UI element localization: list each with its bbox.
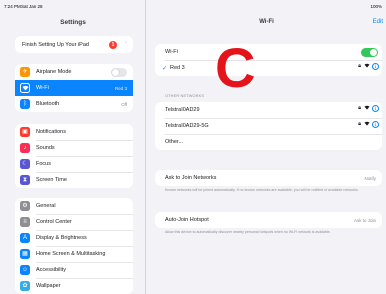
network-row[interactable]: TelstraI0AD29-5G 🔒︎ i (155, 118, 382, 134)
lock-icon: 🔒︎ (358, 63, 361, 69)
sidebar-item-display-brightness[interactable]: A Display & Brightness (15, 230, 133, 246)
sidebar-item-bluetooth[interactable]: ᛒ Bluetooth Off (15, 96, 133, 112)
notifications-icon: ▣ (20, 127, 30, 137)
connectivity-group: ✈ Airplane Mode Wi-Fi Red 3 ᛒ Bluetooth … (15, 64, 133, 112)
other-network-label: Other... (165, 139, 184, 145)
chevron-right-icon: › (125, 40, 127, 46)
accessibility-icon: ☺ (20, 265, 30, 275)
sidebar-item-notifications[interactable]: ▣ Notifications (15, 124, 133, 140)
focus-icon: ☾ (20, 159, 30, 169)
network-name: TelstraI0AD29 (165, 107, 200, 113)
sidebar-item-wifi[interactable]: Wi-Fi Red 3 (15, 80, 133, 96)
wifi-signal-icon (364, 63, 370, 70)
auto-join-hotspot-label: Auto-Join Hotspot (165, 217, 209, 223)
status-battery: 100% (370, 4, 382, 9)
sidebar-item-label: Screen Time (36, 177, 67, 183)
airplane-icon: ✈ (20, 67, 30, 77)
wifi-detail-pane: 100% Wi-Fi Edit Wi-Fi ✓ Red 3 🔒︎ i OTHER… (147, 0, 386, 294)
finish-setup-label: Finish Setting Up Your iPad (22, 41, 89, 48)
sidebar-item-screen-time[interactable]: ⧗ Screen Time (15, 172, 133, 188)
connected-network-name: Red 3 (170, 65, 185, 71)
sidebar-item-label: Display & Brightness (36, 235, 87, 241)
notification-badge: 1 (109, 40, 117, 49)
ask-to-join-value: Notify (364, 175, 376, 181)
info-icon[interactable]: i (372, 121, 379, 128)
edit-button[interactable]: Edit (373, 19, 383, 25)
wifi-network-value: Red 3 (114, 85, 127, 91)
status-time: 7:24 PM (4, 4, 21, 9)
wifi-toggle[interactable] (361, 47, 378, 57)
sidebar-item-label: Accessibility (36, 267, 66, 273)
status-date: Sat Jan 28 (21, 4, 43, 9)
airplane-mode-toggle[interactable] (111, 68, 127, 77)
ask-to-join-label: Ask to Join Networks (165, 175, 217, 181)
auto-join-hotspot-value: Ask to Join (353, 217, 376, 223)
bluetooth-value: Off (121, 101, 127, 107)
sidebar-item-label: Control Center (36, 219, 72, 225)
sidebar-item-label: Sounds (36, 145, 55, 151)
other-network-row[interactable]: Other... (155, 134, 382, 150)
sidebar-item-label: Home Screen & Multitasking (36, 251, 106, 257)
sidebar-item-control-center[interactable]: ≡ Control Center (15, 214, 133, 230)
bluetooth-icon: ᛒ (20, 99, 30, 109)
general-group: ⚙ General ≡ Control Center A Display & B… (15, 198, 133, 294)
connected-network-row[interactable]: ✓ Red 3 🔒︎ i (155, 60, 382, 76)
other-networks-header: OTHER NETWORKS (165, 94, 205, 98)
sidebar-item-label: Wallpaper (36, 283, 61, 289)
wifi-toggle-row[interactable]: Wi-Fi (155, 44, 382, 60)
sidebar-item-sounds[interactable]: ♪ Sounds (15, 140, 133, 156)
ask-to-join-footer: Known networks will be joined automatica… (165, 188, 359, 192)
ask-join-group: Ask to Join Networks Notify (155, 170, 382, 186)
network-name: TelstraI0AD29-5G (165, 123, 209, 129)
sidebar-item-label: Focus (36, 161, 51, 167)
sidebar-item-label: Bluetooth (36, 101, 60, 107)
checkmark-icon: ✓ (162, 65, 168, 72)
auto-join-footer: Allow this device to automatically disco… (165, 230, 331, 234)
settings-sidebar: 7:24 PM Sat Jan 28 Settings Finish Setti… (0, 0, 146, 294)
sounds-icon: ♪ (20, 143, 30, 153)
wifi-signal-icon (364, 105, 370, 112)
home-screen-icon: ▦ (20, 249, 30, 259)
lock-icon: 🔒︎ (358, 121, 361, 127)
info-icon[interactable]: i (372, 63, 379, 70)
sidebar-item-wallpaper[interactable]: ✿ Wallpaper (15, 278, 133, 294)
info-icon[interactable]: i (372, 105, 379, 112)
display-icon: A (20, 233, 30, 243)
sidebar-item-airplane-mode[interactable]: ✈ Airplane Mode (15, 64, 133, 80)
auto-join-hotspot-row[interactable]: Auto-Join Hotspot Ask to Join (155, 212, 382, 228)
notifications-group: ▣ Notifications ♪ Sounds ☾ Focus ⧗ Scree… (15, 124, 133, 188)
finish-setup-row[interactable]: Finish Setting Up Your iPad 1 › (15, 36, 133, 53)
overlay-letter: C (215, 36, 256, 99)
wifi-current-group: Wi-Fi ✓ Red 3 🔒︎ i (155, 44, 382, 76)
control-center-icon: ≡ (20, 217, 30, 227)
ask-to-join-row[interactable]: Ask to Join Networks Notify (155, 170, 382, 186)
wifi-toggle-label: Wi-Fi (165, 49, 178, 55)
wifi-icon (20, 83, 30, 93)
sidebar-item-home-screen[interactable]: ▦ Home Screen & Multitasking (15, 246, 133, 262)
network-row[interactable]: TelstraI0AD29 🔒︎ i (155, 102, 382, 118)
gear-icon: ⚙ (20, 201, 30, 211)
wifi-signal-icon (364, 121, 370, 128)
settings-title: Settings (60, 19, 86, 26)
lock-icon: 🔒︎ (358, 105, 361, 111)
other-networks-group: TelstraI0AD29 🔒︎ i TelstraI0AD29-5G 🔒︎ i… (155, 102, 382, 150)
auto-join-group: Auto-Join Hotspot Ask to Join (155, 212, 382, 228)
sidebar-item-label: Notifications (36, 129, 66, 135)
page-title: Wi-Fi (259, 19, 274, 25)
screen-time-icon: ⧗ (20, 175, 30, 185)
sidebar-item-general[interactable]: ⚙ General (15, 198, 133, 214)
wallpaper-icon: ✿ (20, 281, 30, 291)
sidebar-item-label: General (36, 203, 56, 209)
sidebar-item-accessibility[interactable]: ☺ Accessibility (15, 262, 133, 278)
sidebar-item-focus[interactable]: ☾ Focus (15, 156, 133, 172)
